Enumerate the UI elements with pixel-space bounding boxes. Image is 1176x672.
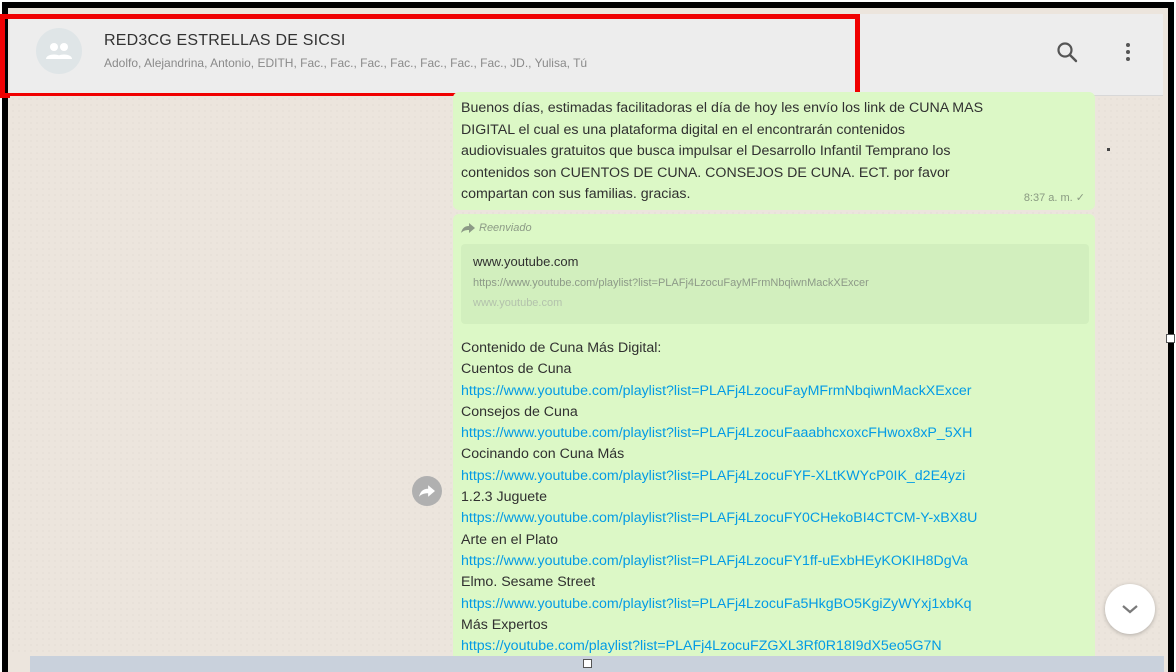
kebab-menu-icon[interactable] — [1114, 38, 1142, 66]
section-label: Más Expertos — [461, 616, 548, 633]
preview-site: www.youtube.com — [473, 254, 579, 269]
playlist-link[interactable]: https://www.youtube.com/playlist?list=PL… — [461, 594, 1089, 615]
playlist-link[interactable]: https://www.youtube.com/playlist?list=PL… — [461, 423, 1089, 444]
forward-arrow-icon — [461, 223, 475, 233]
forwarded-label: Reenviado — [479, 222, 532, 234]
forwarded-indicator: Reenviado — [461, 222, 1089, 234]
forward-message-button[interactable] — [412, 476, 442, 506]
playlist-link[interactable]: https://www.youtube.com/playlist?list=PL… — [461, 551, 1089, 572]
forward-arrow-icon — [419, 485, 435, 497]
bottom-scrollbar[interactable] — [30, 656, 1164, 672]
message-timestamp: 8:37 a. m. ✓ — [1023, 192, 1085, 204]
playlist-link[interactable]: https://www.youtube.com/playlist?list=PL… — [461, 508, 1089, 529]
resize-handle-right[interactable] — [1166, 334, 1175, 343]
playlist-link[interactable]: https://www.youtube.com/playlist?list=PL… — [461, 381, 1089, 402]
conversation-panel[interactable]: Buenos días, estimadas facilitadoras el … — [10, 92, 1163, 664]
stray-dot — [1107, 148, 1110, 151]
preview-url: https://www.youtube.com/playlist?list=PL… — [473, 277, 869, 289]
message-bubble-outgoing[interactable]: Buenos días, estimadas facilitadoras el … — [453, 92, 1095, 210]
scroll-to-bottom-button[interactable] — [1105, 584, 1155, 634]
playlist-link[interactable]: https://youtube.com/playlist?list=PLAFj4… — [461, 636, 1089, 657]
section-label: Arte en el Plato — [461, 531, 559, 548]
message-lines: Contenido de Cuna Más Digital: Cuentos d… — [461, 338, 1089, 657]
content-heading: Contenido de Cuna Más Digital: — [461, 340, 662, 356]
preview-host: www.youtube.com — [473, 297, 563, 309]
playlist-link[interactable]: https://www.youtube.com/playlist?list=PL… — [461, 466, 1089, 487]
message-bubble-forwarded[interactable]: Reenviado www.youtube.com https://www.yo… — [453, 214, 1095, 664]
section-label: Elmo. Sesame Street — [461, 574, 596, 591]
section-label: 1.2.3 Juguete — [461, 489, 547, 506]
chevron-down-icon — [1122, 605, 1138, 614]
section-label: Consejos de Cuna — [461, 403, 578, 420]
resize-handle-bottom[interactable] — [583, 659, 592, 668]
section-label: Cuentos de Cuna — [461, 361, 572, 378]
message-text: Buenos días, estimadas facilitadoras el … — [461, 100, 984, 202]
link-preview[interactable]: www.youtube.com https://www.youtube.com/… — [461, 244, 1089, 324]
header-highlight-box — [0, 14, 860, 98]
section-label: Cocinando con Cuna Más — [461, 446, 625, 463]
search-icon[interactable] — [1053, 38, 1081, 66]
